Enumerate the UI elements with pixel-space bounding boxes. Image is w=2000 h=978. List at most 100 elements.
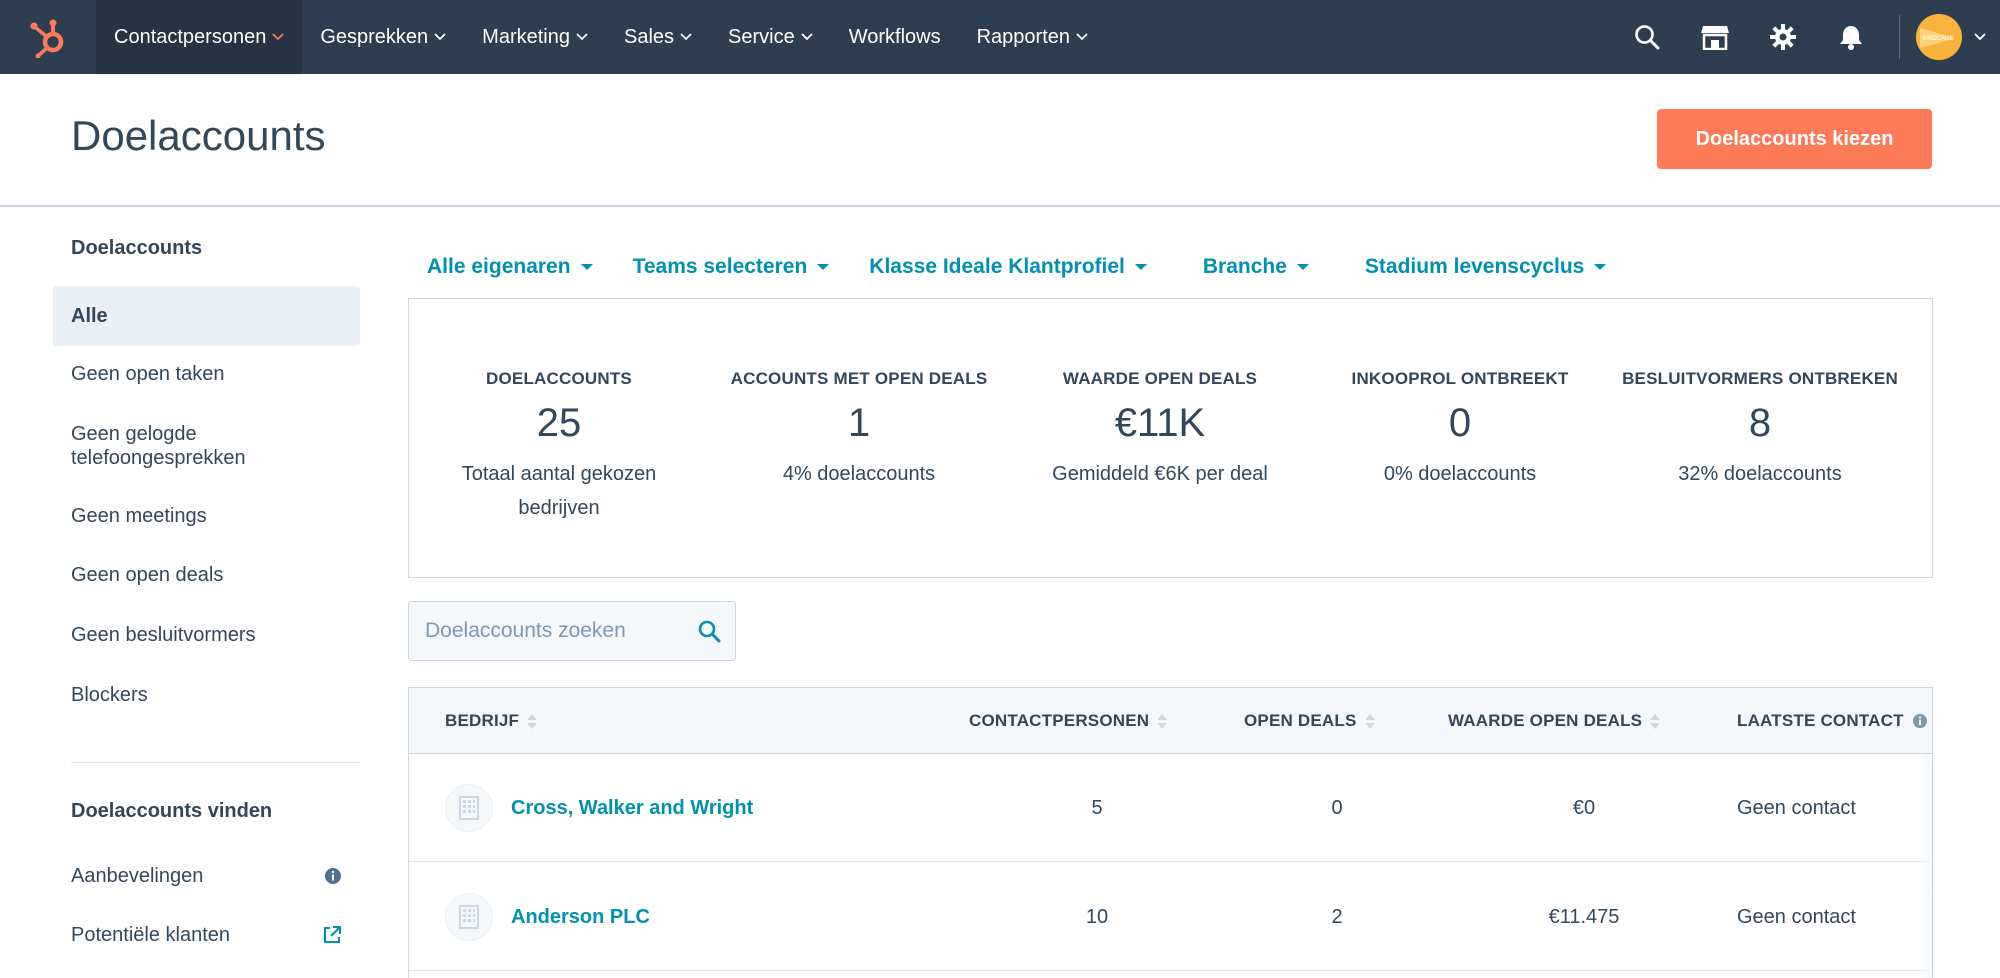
kpi-value: 1 (847, 401, 871, 445)
filter-lifecycle-stage-dropdown[interactable]: Stadium levenscyclus (1365, 255, 1607, 279)
nav-marketing[interactable]: Marketing (464, 0, 606, 74)
search-icon[interactable] (697, 619, 721, 643)
sidebar-item-label: Aanbevelingen (71, 865, 204, 887)
column-header-open-deal-value[interactable]: WAARDE OPEN DEALS (1448, 688, 1661, 754)
nav-service[interactable]: Service (710, 0, 831, 74)
hubspot-logo-icon[interactable] (0, 0, 96, 74)
notifications-bell-icon[interactable] (1817, 0, 1885, 74)
kpi-value: 0 (1448, 401, 1472, 445)
settings-gear-icon[interactable] (1749, 0, 1817, 74)
chevron-down-icon (576, 33, 588, 41)
nav-item-label: Sales (623, 25, 675, 48)
filter-owners-dropdown[interactable]: Alle eigenaren (427, 255, 593, 279)
nav-item-label: Contactpersonen (114, 25, 267, 48)
kpi-subtext: Gemiddeld €6K per deal (1052, 463, 1268, 485)
company-cell: Anderson PLC (445, 863, 650, 971)
column-header-label: CONTACTPERSONEN (969, 711, 1150, 730)
filter-industry-dropdown[interactable]: Branche (1203, 255, 1309, 279)
column-header-open-deals[interactable]: OPEN DEALS (1244, 688, 1375, 754)
filter-icp-tier-dropdown[interactable]: Klasse Ideale Klantprofiel (869, 255, 1147, 279)
search-box (408, 601, 736, 661)
sidebar-item-potentiele-klanten[interactable]: Potentiële klanten (53, 923, 360, 947)
table-row: Anderson PLC 10 2 €11.475 Geen contact (409, 863, 1932, 971)
chevron-down-icon (1974, 33, 1986, 41)
kpi-subtext: 4% doelaccounts (782, 463, 936, 485)
filter-teams-dropdown[interactable]: Teams selecteren (633, 255, 830, 279)
kpi-value: 8 (1748, 401, 1772, 445)
sidebar-item-geen-meetings[interactable]: Geen meetings (53, 504, 360, 528)
sidebar-item-geen-telefoongesprekken[interactable]: Geen gelogde telefoongesprekken (53, 422, 293, 470)
target-accounts-table: BEDRIJF CONTACTPERSONEN OPEN DEALS WAARD… (408, 687, 1933, 978)
column-header-last-contact[interactable]: LAATSTE CONTACT (1737, 688, 1928, 754)
chevron-down-icon (680, 33, 692, 41)
open-deals-cell: 0 (1331, 796, 1343, 819)
kpi-buying-role-missing: INKOOPROL ONTBREEKT 0 0% doelaccounts (1310, 369, 1610, 491)
kpi-decision-makers-missing: BESLUITVORMERS ONTBREKEN 8 32% doelaccou… (1610, 369, 1910, 491)
kpi-label: INKOOPROL ONTBREEKT (1351, 369, 1569, 388)
table-row: Cross, Walker and Wright 5 0 €0 Geen con… (409, 754, 1932, 862)
marketplace-icon[interactable] (1681, 0, 1749, 74)
sort-icon (1364, 713, 1375, 729)
nav-workflows[interactable]: Workflows (831, 0, 959, 74)
sidebar-item-geen-open-taken[interactable]: Geen open taken (53, 362, 360, 386)
column-header-company[interactable]: BEDRIJF (445, 688, 538, 754)
sort-icon (527, 713, 538, 729)
filter-label: Klasse Ideale Klantprofiel (869, 255, 1125, 278)
sort-icon (1157, 713, 1168, 729)
column-header-label: OPEN DEALS (1244, 711, 1357, 730)
account-menu[interactable]: BIRDCAGE (1916, 14, 2000, 60)
sidebar-item-geen-open-deals[interactable]: Geen open deals (53, 563, 360, 587)
filter-bar: Alle eigenaren Teams selecteren Klasse I… (427, 254, 1646, 280)
nav-sales[interactable]: Sales (606, 0, 710, 74)
last-contact-cell: Geen contact (1737, 905, 1856, 928)
sidebar-item-geen-besluitvormers[interactable]: Geen besluitvormers (53, 623, 360, 647)
nav-rapporten[interactable]: Rapporten (959, 0, 1106, 74)
external-link-icon[interactable] (322, 925, 342, 945)
contacts-cell: 10 (1085, 905, 1109, 928)
info-icon[interactable] (324, 867, 342, 885)
sidebar-item-blockers[interactable]: Blockers (53, 683, 360, 707)
chevron-down-icon (272, 33, 284, 41)
column-header-label: BEDRIJF (445, 711, 520, 730)
sidebar-heading-find-accounts: Doelaccounts vinden (71, 800, 273, 822)
chevron-down-icon (1076, 33, 1088, 41)
nav-item-label: Rapporten (976, 25, 1070, 48)
filter-label: Teams selecteren (632, 255, 808, 278)
top-navigation: Contactpersonen Gesprekken Marketing Sal… (0, 0, 2000, 74)
sidebar-item-alle[interactable]: Alle (53, 286, 360, 346)
kpi-subtext: 0% doelaccounts (1383, 463, 1537, 485)
sidebar-divider (71, 762, 360, 763)
kpi-value: 25 (536, 401, 582, 445)
search-icon[interactable] (1613, 0, 1681, 74)
chevron-down-icon (801, 33, 813, 41)
nav-item-label: Marketing (482, 25, 570, 48)
company-cell: Cross, Walker and Wright (445, 754, 753, 862)
kpi-open-deal-value: WAARDE OPEN DEALS €11K Gemiddeld €6K per… (1010, 369, 1310, 491)
company-link[interactable]: Anderson PLC (511, 906, 650, 929)
nav-gesprekken[interactable]: Gesprekken (302, 0, 464, 74)
nav-item-label: Gesprekken (320, 25, 429, 48)
table-header: BEDRIJF CONTACTPERSONEN OPEN DEALS WAARD… (409, 688, 1932, 754)
last-contact-cell: Geen contact (1737, 796, 1856, 819)
sidebar-item-aanbevelingen[interactable]: Aanbevelingen (53, 864, 360, 888)
info-icon[interactable] (1912, 713, 1928, 729)
sidebar-item-label: Potentiële klanten (71, 924, 231, 946)
caret-down-icon (817, 264, 830, 270)
kpi-label: BESLUITVORMERS ONTBREKEN (1622, 369, 1898, 388)
nav-divider (1899, 15, 1900, 59)
sort-icon (1650, 713, 1661, 729)
filter-label: Alle eigenaren (427, 255, 571, 278)
deal-value-cell: €0 (1572, 796, 1596, 819)
kpi-label: ACCOUNTS MET OPEN DEALS (730, 369, 988, 388)
choose-target-accounts-button[interactable]: Doelaccounts kiezen (1657, 109, 1932, 169)
filter-label: Branche (1202, 255, 1287, 278)
search-input[interactable] (425, 619, 697, 643)
company-link[interactable]: Cross, Walker and Wright (511, 797, 753, 820)
kpi-subtext: 32% doelaccounts (1678, 463, 1842, 485)
column-header-contacts[interactable]: CONTACTPERSONEN (969, 688, 1168, 754)
nav-contactpersonen[interactable]: Contactpersonen (96, 0, 303, 74)
caret-down-icon (1296, 264, 1309, 270)
kpi-label: WAARDE OPEN DEALS (1062, 369, 1258, 388)
caret-down-icon (580, 264, 593, 270)
kpi-target-accounts: DOELACCOUNTS 25 Totaal aantal gekozen be… (409, 369, 709, 525)
